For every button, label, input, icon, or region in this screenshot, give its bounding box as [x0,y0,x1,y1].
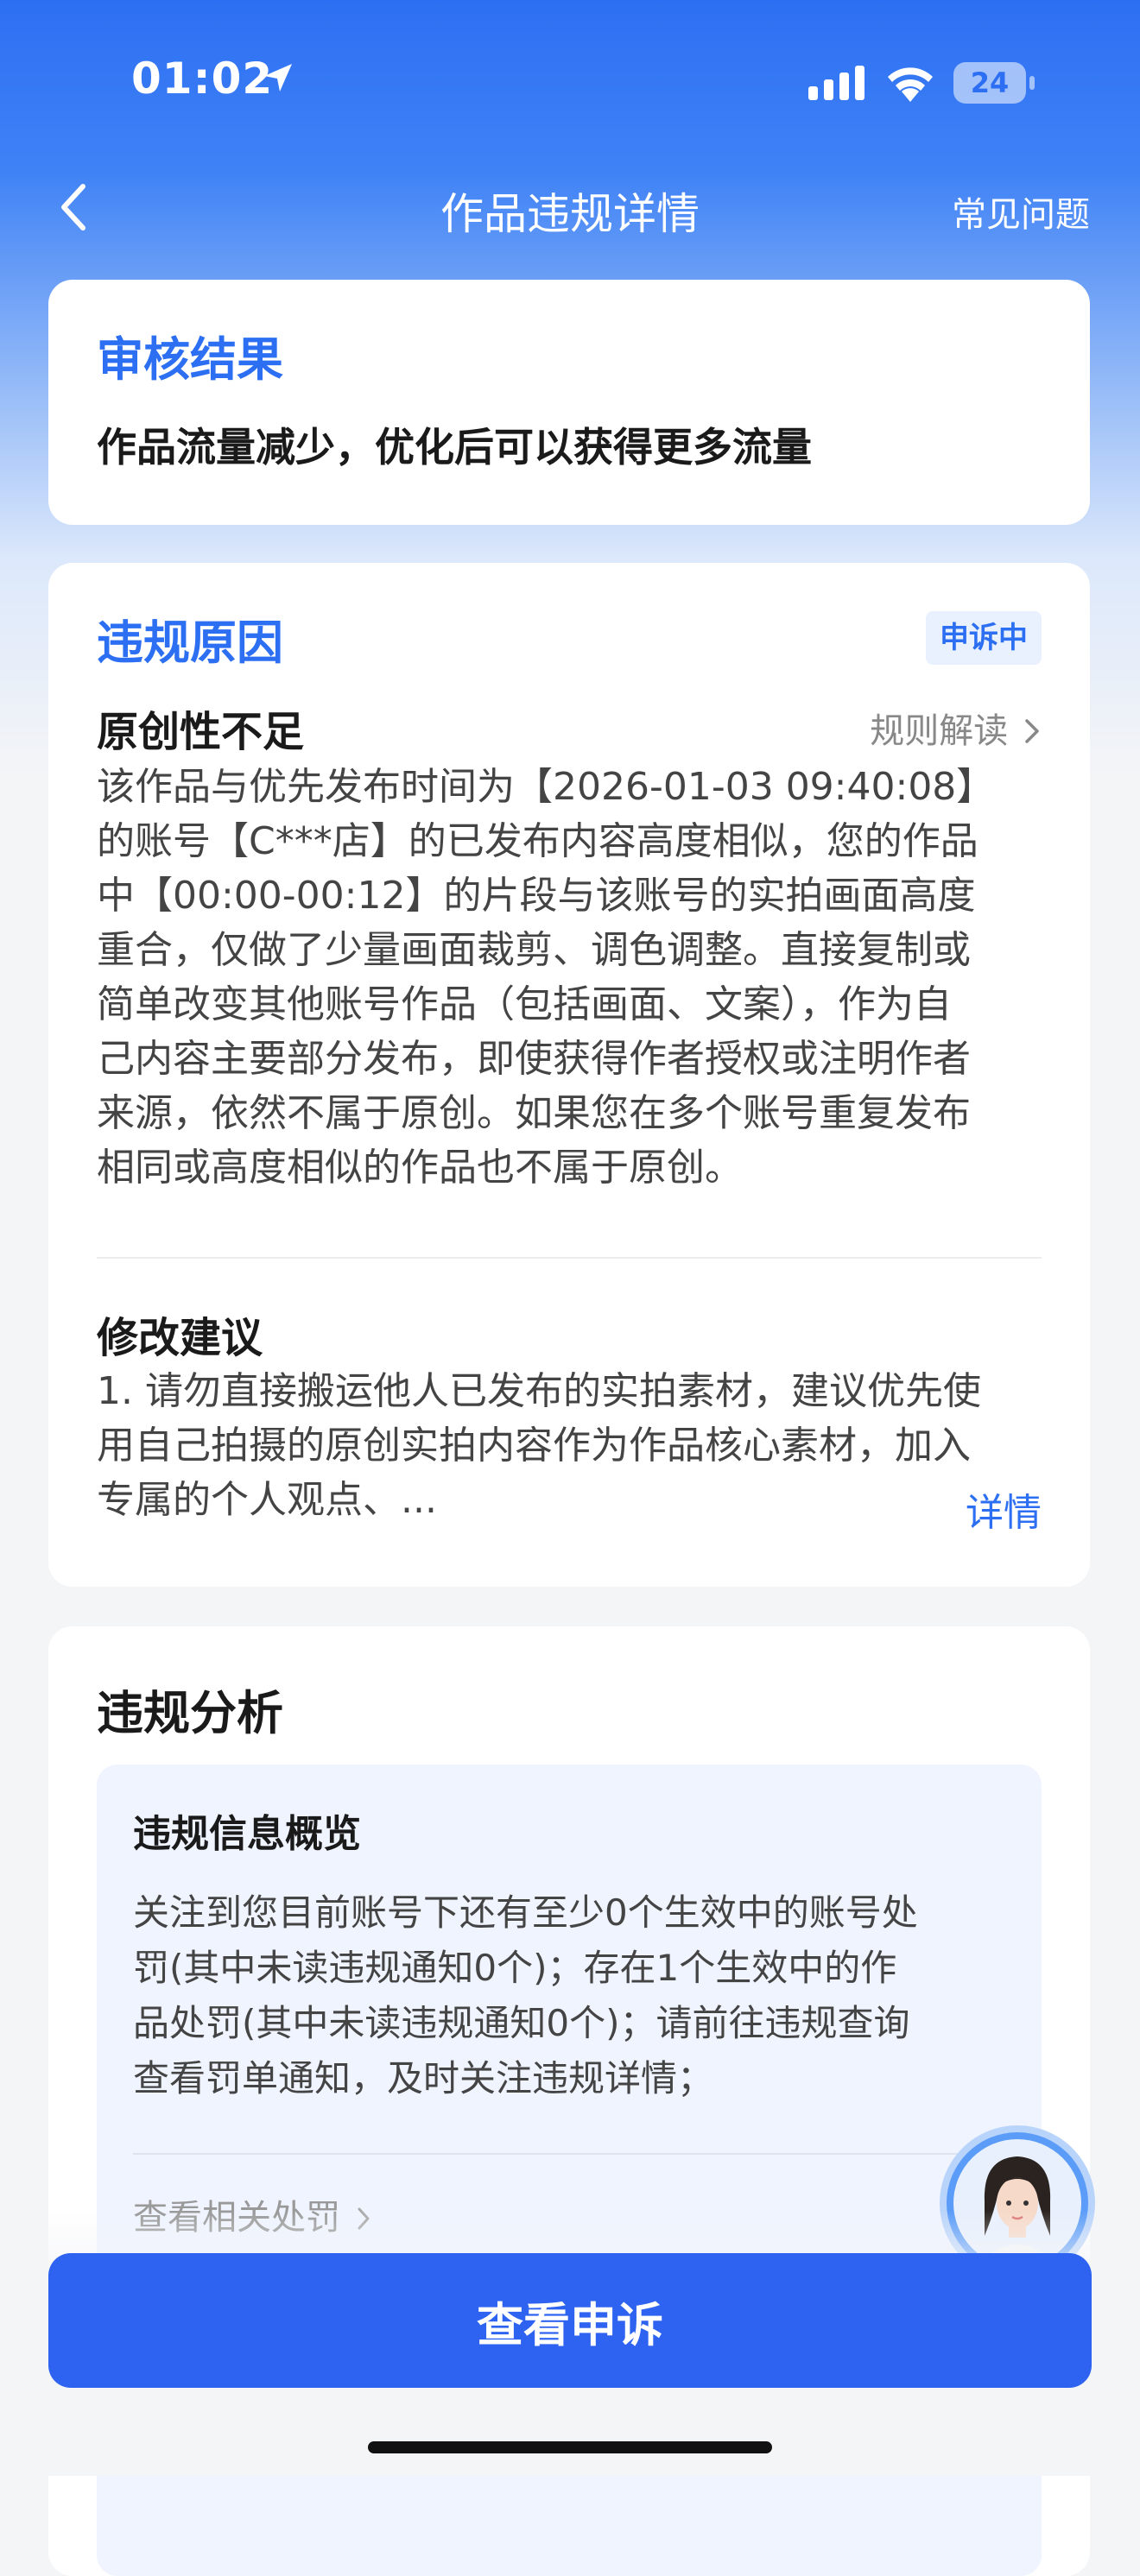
overview-line: 查看罚单通知，及时关注违规详情； [133,2057,714,2099]
chevron-right-icon [1025,719,1039,743]
nav-bar: 作品违规详情 常见问题 [0,164,1140,247]
suggestion-detail-link[interactable]: 详情 [966,1481,1042,1537]
rule-link-label: 规则解读 [870,711,1009,751]
battery-level: 24 [970,66,1010,99]
overview-heading: 违规信息概览 [133,1812,361,1856]
reason-line: 简单改变其他账号作品（包括画面、文案），作为自 [97,982,952,1026]
review-result-text: 作品流量减少，优化后可以获得更多流量 [97,424,812,470]
divider [133,2153,1005,2155]
location-arrow-icon [264,64,292,92]
review-result-card: 审核结果 作品流量减少，优化后可以获得更多流量 [48,280,1090,525]
suggestion-description: 1. 请勿直接搬运他人已发布的实拍素材，建议优先使 用自己拍摄的原创实拍内容作为… [97,1364,1055,1527]
rule-interpretation-link[interactable]: 规则解读 [870,703,1042,753]
suggestion-line: 用自己拍摄的原创实拍内容作为作品核心素材，加入 [97,1424,971,1468]
wifi-icon [888,67,933,102]
violation-analysis-title: 违规分析 [97,1686,283,1740]
review-result-title: 审核结果 [97,332,283,387]
status-bar: 01:02 24 [0,0,1140,155]
reason-line: 己内容主要部分发布，即使获得作者授权或注明作者 [97,1037,971,1081]
reason-line: 的账号【C***店】的已发布内容高度相似，您的作品 [97,819,978,863]
violation-reason-title: 违规原因 [97,616,283,670]
suggestion-line: 专属的个人观点、... [97,1478,437,1522]
suggestion-heading: 修改建议 [97,1314,263,1362]
battery-icon: 24 [953,62,1035,104]
overview-line: 罚(其中未读违规通知0个)；存在1个生效中的作 [133,1947,897,1989]
violation-reason-card: 违规原因 申诉中 原创性不足 规则解读 该作品与优先发布时间为【2026-01-… [48,563,1090,1587]
overview-line: 品处罚(其中未读违规通知0个)；请前往违规查询 [133,2002,910,2044]
home-indicator[interactable] [368,2441,772,2453]
reason-line: 相同或高度相似的作品也不属于原创。 [97,1146,743,1190]
suggestion-line: 1. 请勿直接搬运他人已发布的实拍素材，建议优先使 [97,1369,981,1413]
view-appeal-button[interactable]: 查看申诉 [48,2253,1092,2388]
overview-line: 关注到您目前账号下还有至少0个生效中的账号处 [133,1891,918,1934]
reason-description: 该作品与优先发布时间为【2026-01-03 09:40:08】 的账号【C**… [97,760,1055,1195]
divider [97,1257,1042,1259]
reason-line: 中【00:00-00:12】的片段与该账号的实拍画面高度 [97,874,976,918]
overview-description: 关注到您目前账号下还有至少0个生效中的账号处 罚(其中未读违规通知0个)；存在1… [133,1885,1005,2106]
faq-link[interactable]: 常见问题 [952,186,1090,237]
status-time: 01:02 [131,54,274,104]
reason-line: 重合，仅做了少量画面裁剪、调色调整。直接复制或 [97,928,971,972]
reason-heading: 原创性不足 [97,708,305,756]
cellular-signal-icon [808,66,864,100]
reason-line: 该作品与优先发布时间为【2026-01-03 09:40:08】 [97,765,995,809]
reason-line: 来源，依然不属于原创。如果您在多个账号重复发布 [97,1091,971,1135]
appeal-status-badge: 申诉中 [926,611,1042,665]
